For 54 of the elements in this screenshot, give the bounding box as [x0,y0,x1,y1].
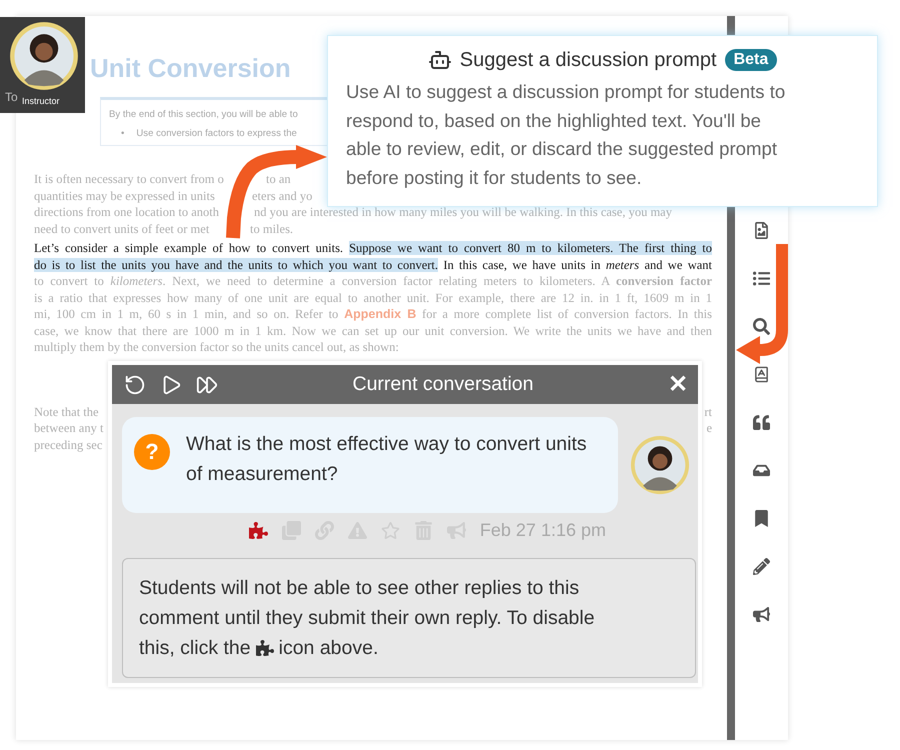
body-text-line: is a ratio that expresses how many of one unit are equal to another unit. For example, there are 12 in. in 1 ft, 1609 m in 1 [34,290,712,306]
notice-text: this, click the [139,636,251,661]
body-text: Note that the [34,404,99,420]
notice-text: icon above. [278,636,378,661]
body-text: to an [266,171,291,188]
image-file-icon[interactable] [753,222,770,239]
fast-forward-icon[interactable] [196,374,218,396]
list-icon[interactable] [753,270,770,287]
quote-icon[interactable] [753,414,770,431]
popup-description: Use AI to suggest a discussion prompt for students to respond to, based on the highlighted text. You'll be able to review, edit, or discard the suggested prompt before posting it for students to see. [346,80,786,190]
notice-text: Students will not be able to see other replies to this [139,576,580,601]
puzzle-icon[interactable] [248,520,268,540]
beta-badge: Beta [724,49,778,71]
body-text: eters and yo [252,188,312,204]
inbox-icon[interactable] [753,462,770,479]
body-text: to miles. [250,220,294,237]
body-text: To [5,90,18,104]
body-text-line: do is to list the units you have and the units to which you want to convert. In this case, we have units in meters and we want [34,256,712,273]
body-text: between any t [34,420,104,436]
puzzle-icon [256,639,274,657]
comment-text: What is the most effective way to convert units of measurement? [186,432,588,487]
objectives-intro: By the end of this section, you will be able to [109,109,298,120]
objective-text: Use conversion factors to express the [136,128,297,139]
body-text: need to convert units of feet or met [34,222,210,236]
avatar [630,433,690,497]
undo-icon[interactable] [124,374,146,396]
book-icon[interactable] [753,366,770,383]
page-title: Unit Conversion [90,53,291,83]
instructor-label: Instructor [22,96,60,106]
megaphone-icon[interactable] [753,606,770,623]
body-text-line: mi, 100 cm in 1 m, 60 s in 1 min, and so on. Refer to Appendix B for a more complete list of conversion factors. In this [34,306,712,322]
search-icon[interactable] [753,318,770,335]
body-text-line: multiply them by the conversion factor so the units cancel out, as shown: [34,339,400,356]
body-text-line: to convert to kilometers. Next, we need to determine a conversion factor relating meters to kilometers. A conversion factor [34,273,712,290]
popup-title: Suggest a discussion prompt [460,48,717,72]
notice-text: comment until they submit their own reply. To disable [139,606,595,631]
body-text: e [706,420,712,436]
body-text: nd you are interested in how many miles you will be walking. In this case, you may [254,204,672,220]
close-button[interactable]: ✕ [668,370,688,399]
body-text: preceding sec [34,436,102,453]
body-text: directions from one location to anoth [34,205,220,219]
comment-timestamp: Feb 27 1:16 pm [480,520,606,540]
bookmark-icon[interactable] [753,510,770,527]
panel-title: Current conversation [351,373,534,396]
avatar [9,21,79,91]
body-text-line: case, we know that there are 1000 m in 1 km. Now we can set up our unit conversion. We write the units we have and then [34,322,712,339]
pencil-icon[interactable] [753,558,770,575]
question-badge: ? [134,434,170,470]
body-text: It is often necessary to convert from o [34,172,224,186]
body-text: rt [704,404,712,420]
robot-icon [428,48,452,72]
body-text-line: Let’s consider a simple example of how to convert units. Suppose we want to convert 80 m to kilometers. The first thing to [34,240,712,256]
bullet-marker: • [121,128,124,139]
body-text: quantities may be expressed in units [34,188,215,202]
